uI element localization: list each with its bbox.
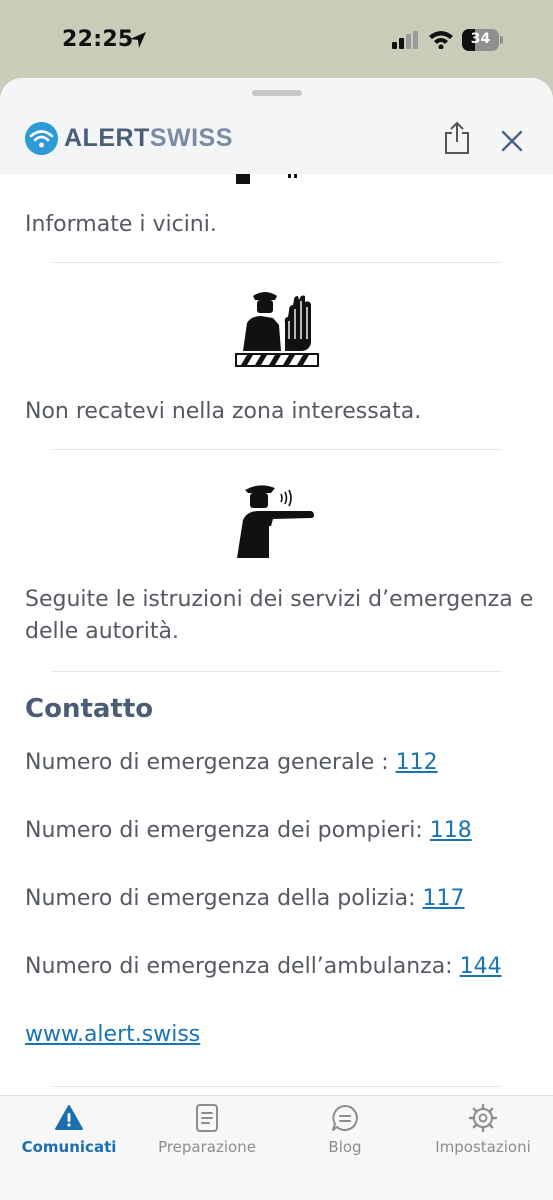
- tab-label: Blog: [328, 1138, 362, 1156]
- tab-label: Preparazione: [158, 1138, 256, 1156]
- tab-preparazione[interactable]: Preparazione: [138, 1096, 276, 1166]
- wifi-icon: [429, 31, 453, 49]
- tab-bar: Comunicati Preparazione Blog Impostazion…: [0, 1095, 553, 1200]
- contact-row-fire: Numero di emergenza dei pompieri: 118: [25, 815, 535, 847]
- instruction-text: Informate i vicini.: [25, 212, 217, 237]
- contact-label: Numero di emergenza della polizia:: [25, 886, 423, 911]
- divider: [52, 262, 502, 263]
- contact-label: Numero di emergenza dei pompieri:: [25, 818, 430, 843]
- cellular-signal-icon: [392, 31, 418, 49]
- alertswiss-logo-icon: [25, 122, 58, 155]
- divider: [52, 1086, 502, 1087]
- website-row: www.alert.swiss: [25, 1019, 535, 1051]
- contact-row-ambulance: Numero di emergenza dell’ambulanza: 144: [25, 951, 535, 983]
- divider: [52, 449, 502, 450]
- police-officer-directing-icon: [237, 485, 314, 558]
- alertswiss-logo: ALERTSWISS: [64, 124, 233, 152]
- chat-icon: [332, 1105, 358, 1131]
- battery-indicator: 34: [462, 29, 504, 51]
- contact-row-police: Numero di emergenza della polizia: 117: [25, 883, 535, 915]
- tab-label: Comunicati: [21, 1138, 117, 1156]
- battery-level: 34: [470, 31, 491, 47]
- status-bar: 22:25 34: [0, 0, 553, 78]
- phone-link-144[interactable]: 144: [460, 954, 502, 979]
- tab-blog[interactable]: Blog: [276, 1096, 414, 1166]
- sheet-header: ALERTSWISS: [0, 78, 553, 174]
- tab-label: Impostazioni: [435, 1138, 531, 1156]
- tab-comunicati[interactable]: Comunicati: [0, 1096, 138, 1166]
- phone-link-112[interactable]: 112: [396, 750, 438, 775]
- status-time: 22:25: [62, 27, 134, 52]
- instruction-text: Seguite le istruzioni dei servizi d’emer…: [25, 587, 534, 644]
- stop-police-barrier-icon: [235, 292, 319, 367]
- warning-icon: [55, 1105, 83, 1130]
- instruction-text: Non recatevi nella zona interessata.: [25, 399, 422, 424]
- divider: [52, 671, 502, 672]
- location-arrow-icon: [130, 32, 146, 48]
- website-link[interactable]: www.alert.swiss: [25, 1022, 200, 1047]
- alert-detail-sheet: ALERTSWISS Informate i vicini. Non recat…: [0, 78, 553, 1200]
- checklist-icon: [196, 1104, 218, 1132]
- share-icon[interactable]: [444, 121, 470, 155]
- neighbors-pictogram-cut: [236, 174, 297, 184]
- contact-heading: Contatto: [25, 694, 154, 724]
- tab-impostazioni[interactable]: Impostazioni: [414, 1096, 552, 1166]
- sheet-grabber[interactable]: [252, 90, 302, 96]
- gear-icon: [468, 1103, 498, 1133]
- phone-link-118[interactable]: 118: [430, 818, 472, 843]
- close-icon[interactable]: [500, 129, 524, 153]
- phone-link-117[interactable]: 117: [422, 886, 464, 911]
- contact-row-general: Numero di emergenza generale : 112: [25, 747, 535, 779]
- contact-label: Numero di emergenza generale :: [25, 750, 396, 775]
- contact-label: Numero di emergenza dell’ambulanza:: [25, 954, 460, 979]
